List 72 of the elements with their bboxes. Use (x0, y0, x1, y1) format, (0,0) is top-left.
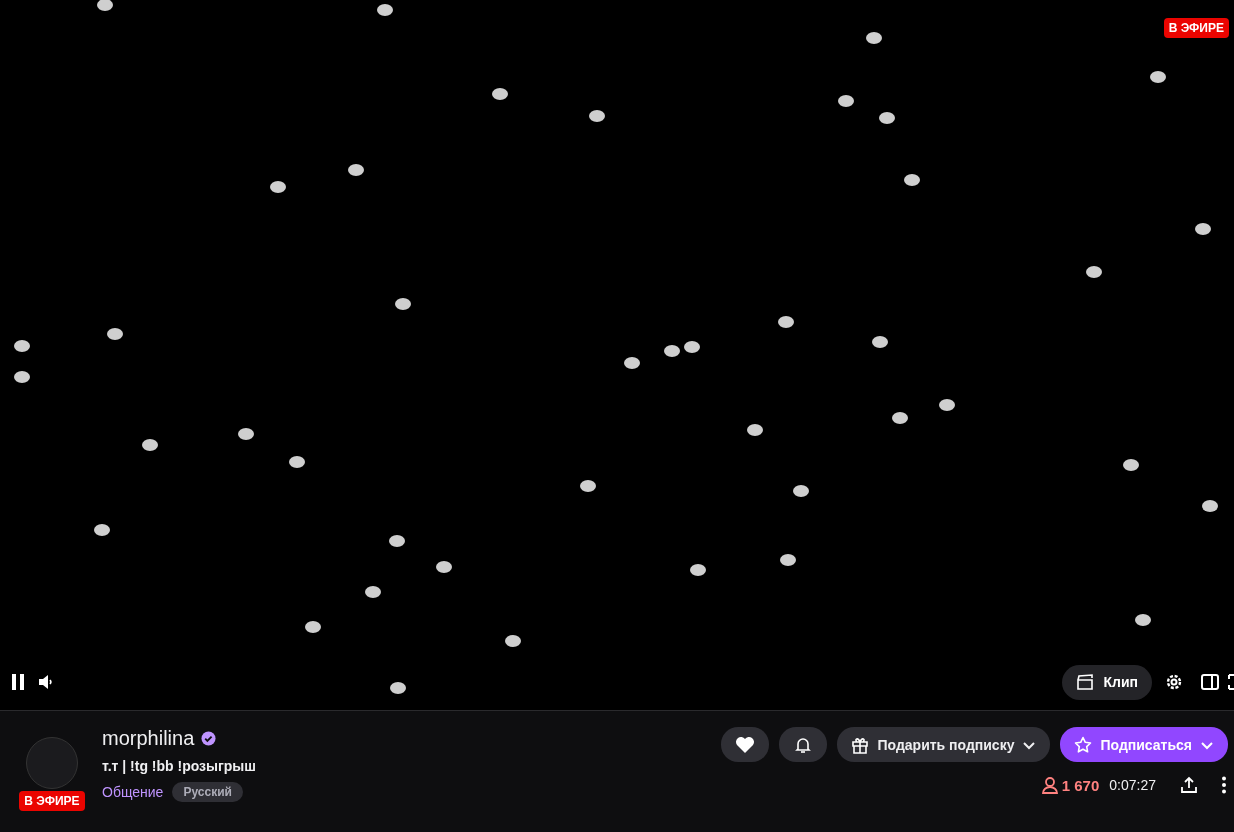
petal (872, 336, 888, 348)
theater-mode-button[interactable] (1200, 672, 1220, 692)
petal (365, 586, 381, 598)
petal (1202, 500, 1218, 512)
petal (389, 535, 405, 547)
petal (305, 621, 321, 633)
person-icon (1041, 776, 1058, 794)
petal (94, 524, 110, 536)
settings-icon (1164, 672, 1184, 692)
bell-icon (794, 735, 813, 754)
petal (14, 340, 30, 352)
petal (1086, 266, 1102, 278)
petal (289, 456, 305, 468)
petal (1195, 223, 1211, 235)
share-icon (1180, 776, 1198, 794)
pause-icon (11, 674, 25, 690)
channel-name[interactable]: morphilina (102, 727, 195, 750)
live-badge: В ЭФИРЕ (19, 791, 85, 811)
share-button[interactable] (1180, 776, 1198, 794)
petal (390, 682, 406, 694)
petal (14, 371, 30, 383)
more-options-button[interactable] (1222, 776, 1226, 794)
star-icon (1074, 735, 1093, 754)
split-panel-icon (1201, 674, 1219, 690)
petal (939, 399, 955, 411)
petal (1123, 459, 1139, 471)
petal (580, 480, 596, 492)
petal (1135, 614, 1151, 626)
heart-icon (735, 735, 756, 754)
petal (747, 424, 763, 436)
uptime: 0:07:27 (1109, 777, 1156, 793)
petal (892, 412, 908, 424)
gift-subscription-button[interactable]: Подарить подписку (837, 727, 1051, 762)
notifications-button[interactable] (779, 727, 828, 762)
fullscreen-button[interactable] (1228, 672, 1234, 692)
petal (270, 181, 286, 193)
petal (505, 635, 521, 647)
stream-title: т.т | !tg !bb !розыгрыш (102, 758, 257, 774)
petal (97, 0, 113, 11)
petal (377, 4, 393, 16)
subscribe-button[interactable]: Подписаться (1060, 727, 1228, 762)
fullscreen-icon (1228, 674, 1234, 690)
petal (1150, 71, 1166, 83)
petal (904, 174, 920, 186)
petal (492, 88, 508, 100)
petal (866, 32, 882, 44)
petal (838, 95, 854, 107)
petal (780, 554, 796, 566)
petal (684, 341, 700, 353)
petal (879, 112, 895, 124)
petal (690, 564, 706, 576)
petal (142, 439, 158, 451)
speaker-icon (38, 674, 54, 690)
petal (589, 110, 605, 122)
gift-icon (851, 735, 870, 754)
tag[interactable]: Русский (172, 782, 243, 802)
petal (348, 164, 364, 176)
follow-button[interactable] (721, 727, 770, 762)
viewer-count: 1 670 (1041, 776, 1100, 794)
petal (624, 357, 640, 369)
petal (238, 428, 254, 440)
more-icon (1222, 776, 1226, 794)
petal (778, 316, 794, 328)
petal (107, 328, 123, 340)
live-badge: В ЭФИРЕ (1163, 18, 1229, 38)
petal (436, 561, 452, 573)
settings-button[interactable] (1164, 672, 1184, 692)
clapperboard-icon (1076, 673, 1095, 691)
category-link[interactable]: Общение (102, 784, 164, 800)
petal (664, 345, 680, 357)
petal (395, 298, 411, 310)
petal (793, 485, 809, 497)
